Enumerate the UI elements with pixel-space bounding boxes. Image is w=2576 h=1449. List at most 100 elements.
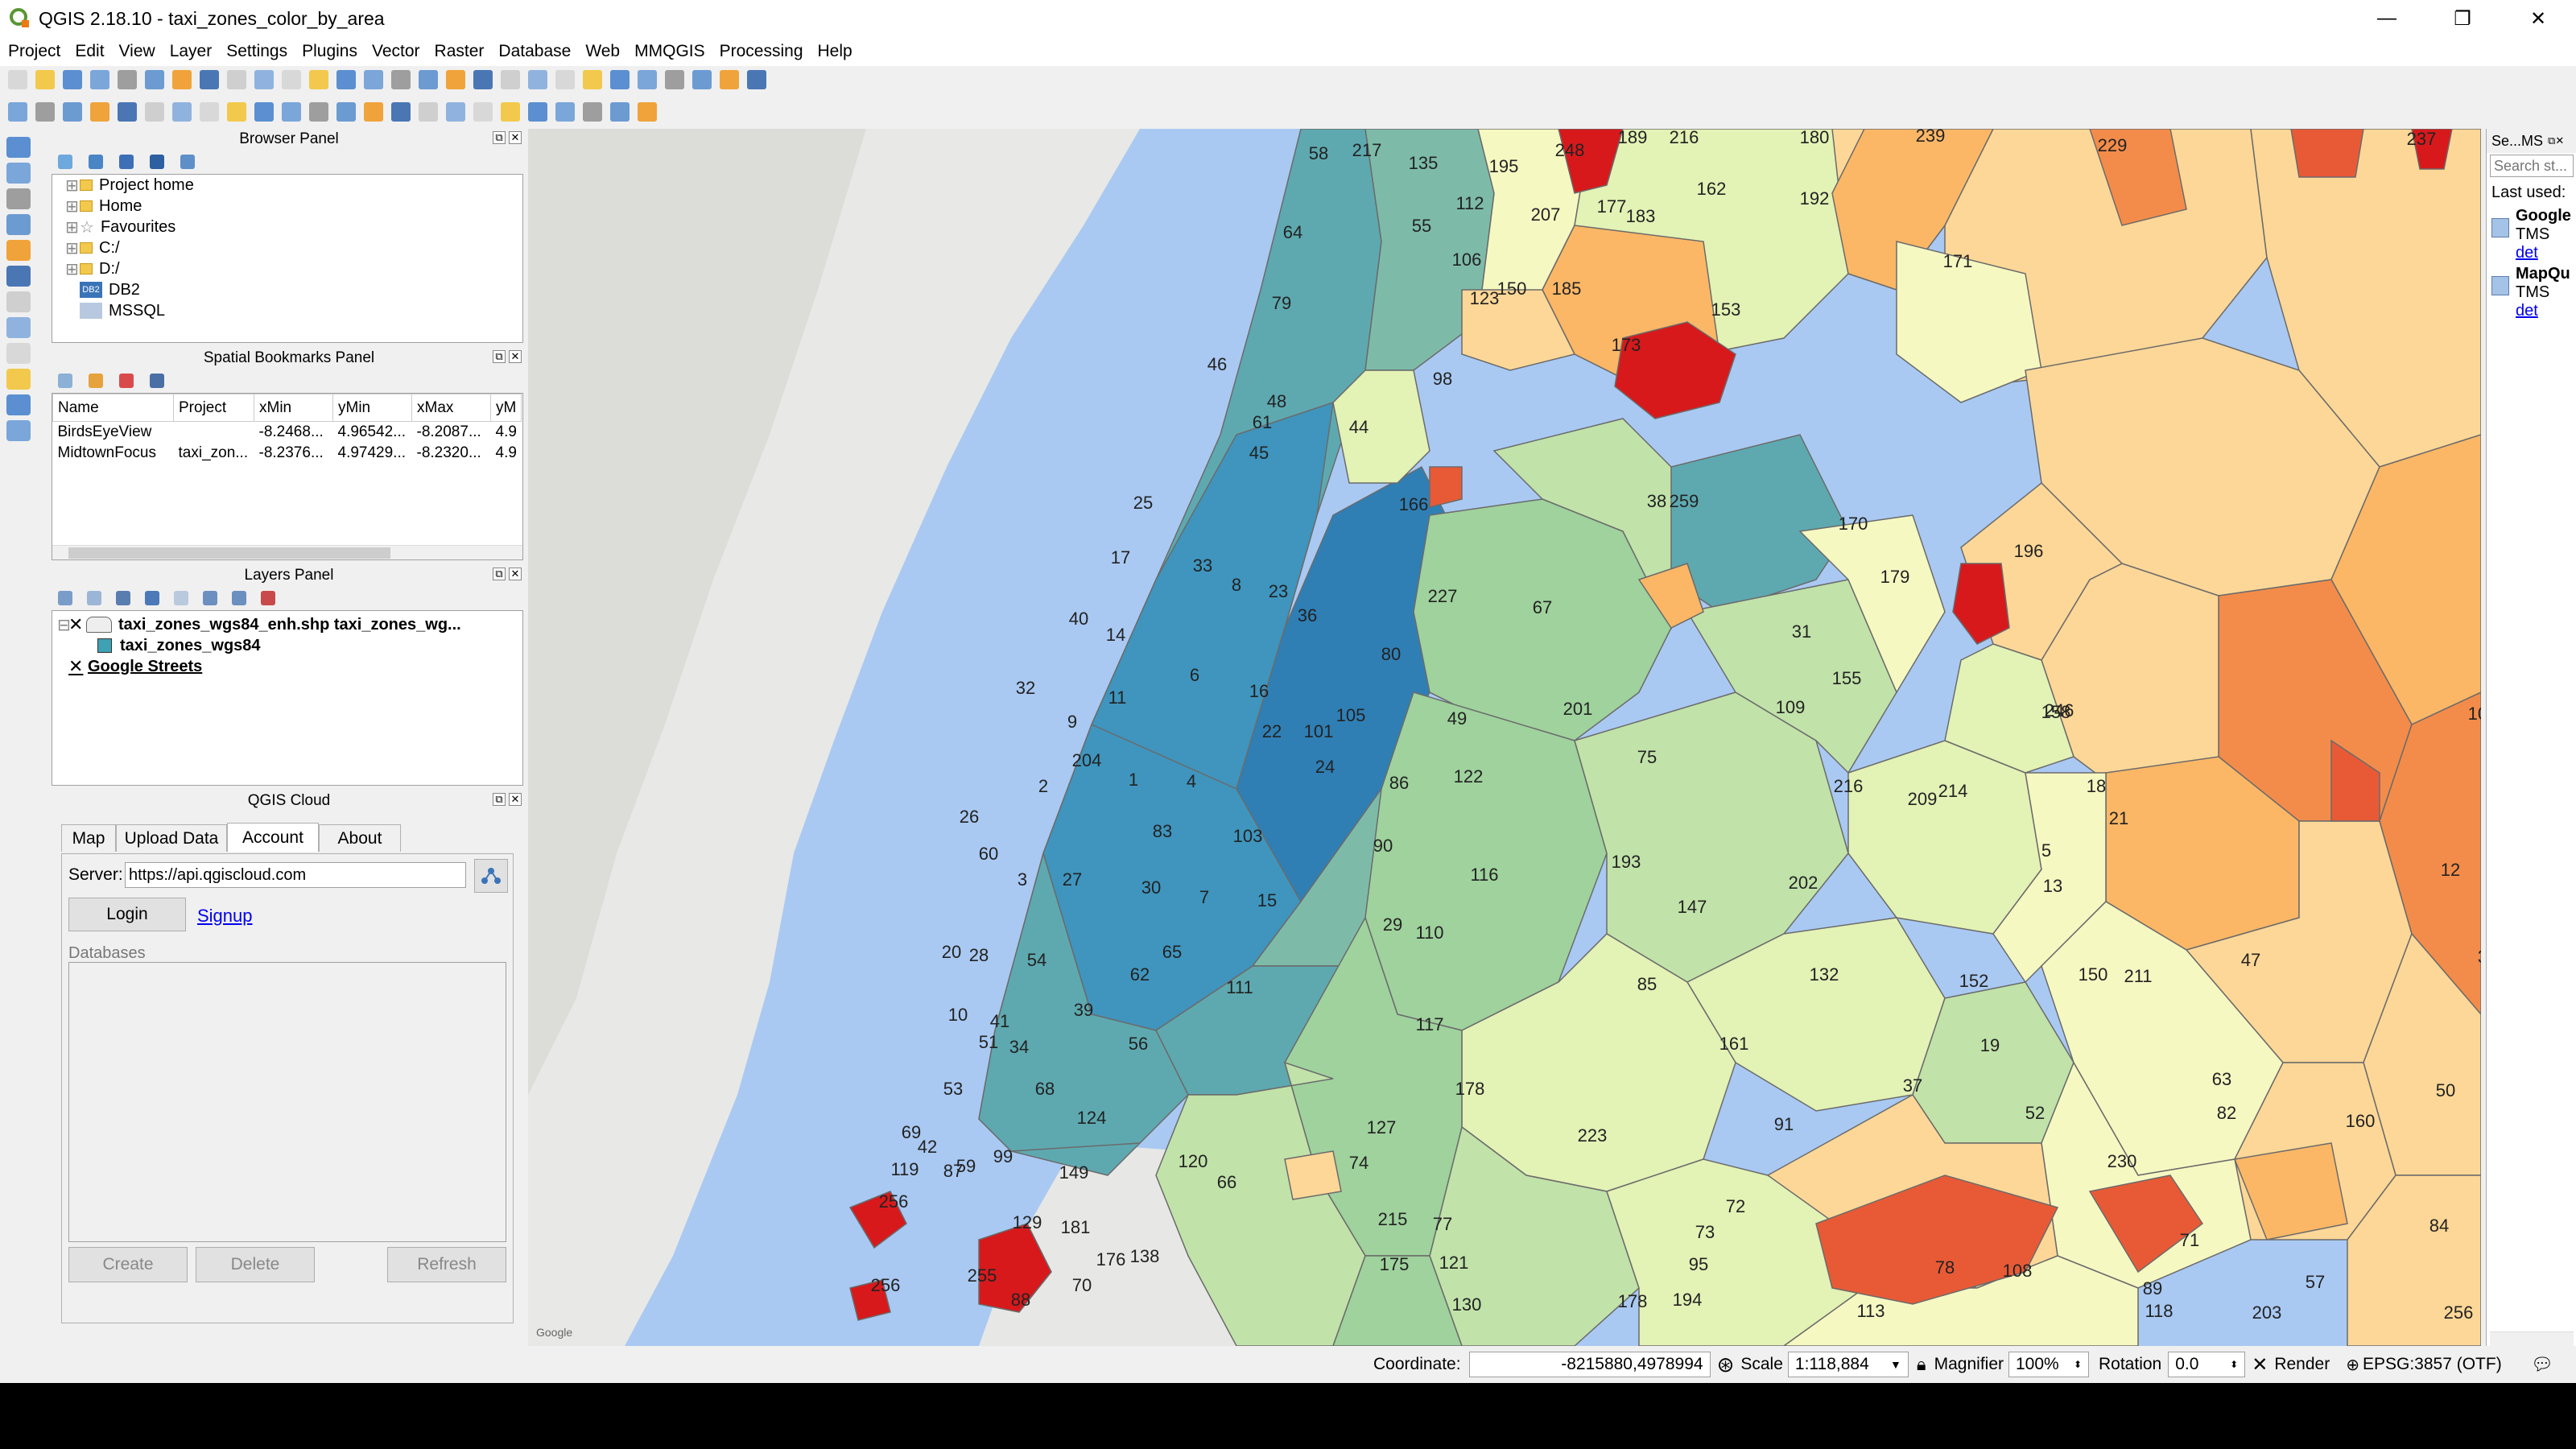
visibility-icon[interactable] — [116, 591, 130, 605]
float-panel-button[interactable]: ⧉ — [493, 131, 506, 144]
add-group-icon[interactable] — [87, 591, 101, 605]
paste-icon[interactable] — [254, 102, 274, 122]
close-panel-button[interactable]: ✕ — [509, 568, 522, 580]
horizontal-scrollbar[interactable] — [2490, 1331, 2574, 1346]
layer-item-taxi-zones-wgs84[interactable]: taxi_zones_wgs84 — [57, 635, 522, 656]
signup-link[interactable]: Signup — [197, 906, 253, 927]
qgis-cloud-icon[interactable] — [555, 102, 575, 122]
float-panel-button[interactable]: ⧉ — [493, 350, 506, 363]
add-vector-layer-icon[interactable] — [6, 137, 31, 158]
menu-web[interactable]: Web — [584, 40, 621, 63]
visibility-checkbox-icon[interactable]: ✕ — [68, 656, 88, 677]
add-feature-icon[interactable] — [90, 102, 109, 122]
zoom-full-icon[interactable] — [309, 70, 328, 89]
menu-help[interactable]: Help — [816, 40, 854, 63]
browser-item-mssql[interactable]: MSSQL — [65, 300, 522, 321]
browser-item-db2[interactable]: DB2 DB2 — [65, 279, 522, 300]
details-link[interactable]: det — [2516, 302, 2538, 320]
server-input[interactable]: https://api.qgiscloud.com — [125, 862, 466, 888]
browser-item-c-drive[interactable]: ⊞ C:/ — [65, 237, 522, 258]
tab-account[interactable]: Account — [227, 823, 319, 852]
copy-icon[interactable] — [227, 102, 246, 122]
show-bookmarks-icon[interactable] — [473, 70, 493, 89]
zoom-layer-icon[interactable] — [336, 70, 356, 89]
col-project[interactable]: Project — [173, 394, 254, 422]
measure-icon[interactable] — [665, 70, 684, 89]
expand-all-icon[interactable] — [203, 591, 217, 605]
cut-icon[interactable] — [200, 102, 219, 122]
filter-icon[interactable] — [119, 155, 134, 169]
menu-edit[interactable]: Edit — [73, 40, 105, 63]
zone-229[interactable] — [2290, 129, 2364, 178]
browser-item-project-home[interactable]: ⊞ Project home — [65, 175, 522, 196]
zoom-last-icon[interactable] — [391, 70, 411, 89]
new-bookmark-icon[interactable] — [446, 70, 465, 89]
zoom-out-icon[interactable] — [282, 70, 301, 89]
float-panel-button[interactable]: ⧉ — [493, 568, 506, 580]
toggle-extents-icon[interactable]: ⊛ — [1717, 1352, 1735, 1377]
zoom-to-bookmark-icon[interactable] — [150, 374, 164, 388]
browser-item-d-drive[interactable]: ⊞ D:/ — [65, 258, 522, 279]
map-tips-icon[interactable] — [692, 70, 712, 89]
tab-upload-data[interactable]: Upload Data — [116, 824, 227, 852]
add-mssql-layer-icon[interactable] — [6, 240, 31, 261]
edit-bookmark-icon[interactable] — [89, 374, 103, 388]
new-bookmark-icon[interactable] — [58, 374, 72, 388]
delete-button[interactable]: Delete — [196, 1247, 315, 1282]
visibility-checkbox-icon[interactable]: ✕ — [68, 614, 86, 635]
plugin-b-icon[interactable] — [610, 102, 630, 122]
details-link[interactable]: det — [2516, 244, 2538, 262]
gps-icon[interactable] — [501, 102, 520, 122]
browser-item-favourites[interactable]: ⊞ ☆ Favourites — [65, 217, 522, 237]
deselect-icon[interactable] — [583, 70, 602, 89]
refresh-icon[interactable] — [89, 155, 103, 169]
plugin-a-icon[interactable] — [583, 102, 602, 122]
delete-bookmark-icon[interactable] — [119, 374, 134, 388]
zone-166[interactable] — [1332, 369, 1430, 484]
col-ymax[interactable]: yM — [489, 394, 522, 422]
databases-list[interactable] — [68, 962, 506, 1242]
minimize-button[interactable]: — — [2349, 0, 2425, 37]
undo-icon[interactable] — [282, 102, 301, 122]
add-wcs-layer-icon[interactable] — [6, 343, 31, 364]
redo-icon[interactable] — [309, 102, 328, 122]
add-oracle-layer-icon[interactable] — [6, 291, 31, 312]
add-wms-layer-icon[interactable] — [6, 317, 31, 338]
menu-view[interactable]: View — [118, 40, 157, 63]
save-as-icon[interactable] — [90, 70, 109, 89]
add-spatialite-layer-icon[interactable] — [6, 214, 31, 235]
menu-layer[interactable]: Layer — [168, 40, 214, 63]
menu-database[interactable]: Database — [497, 40, 572, 63]
tms-entry-google[interactable]: Google TMS det — [2487, 207, 2576, 265]
statistics-icon[interactable] — [638, 70, 657, 89]
style-icon[interactable] — [58, 591, 72, 605]
new-print-composer-icon[interactable] — [118, 70, 137, 89]
refresh-icon[interactable] — [501, 70, 520, 89]
save-edits-icon[interactable] — [63, 102, 82, 122]
col-ymin[interactable]: yMin — [332, 394, 412, 422]
map-canvas[interactable]: 58 217 135 195 248 189 216 180 239 229 237 64 112 207… — [528, 129, 2481, 1346]
open-project-icon[interactable] — [35, 70, 55, 89]
add-delimited-text-icon[interactable] — [6, 394, 31, 415]
lock-scale-icon[interactable]: 🔒︎ — [1917, 1354, 1926, 1375]
table-row[interactable]: BirdsEyeView -8.2468... 4.96542... -8.20… — [53, 422, 522, 443]
float-panel-button[interactable]: ⧉✕ — [2548, 134, 2564, 147]
rotate-label-icon[interactable] — [446, 102, 465, 122]
open-table-icon[interactable] — [610, 70, 630, 89]
composer-manager-icon[interactable] — [145, 70, 164, 89]
tab-about[interactable]: About — [319, 824, 401, 852]
identify-features-icon[interactable] — [528, 70, 547, 89]
refresh-button[interactable]: Refresh — [387, 1247, 506, 1282]
menu-raster[interactable]: Raster — [433, 40, 486, 63]
filter-legend-icon[interactable] — [145, 591, 159, 605]
coordinate-field[interactable]: -8215880,4978994 — [1468, 1352, 1711, 1377]
filter-expression-icon[interactable] — [174, 591, 188, 605]
tms-search-input[interactable] — [2490, 155, 2574, 177]
layer-item-google-streets[interactable]: ✕ Google Streets — [57, 656, 522, 677]
collapse-all-icon[interactable] — [232, 591, 246, 605]
pan-icon[interactable] — [200, 70, 219, 89]
plugin-c-icon[interactable] — [638, 102, 657, 122]
zone-160[interactable] — [1284, 1150, 1342, 1200]
menu-processing[interactable]: Processing — [718, 40, 805, 63]
tab-map[interactable]: Map — [61, 824, 116, 852]
